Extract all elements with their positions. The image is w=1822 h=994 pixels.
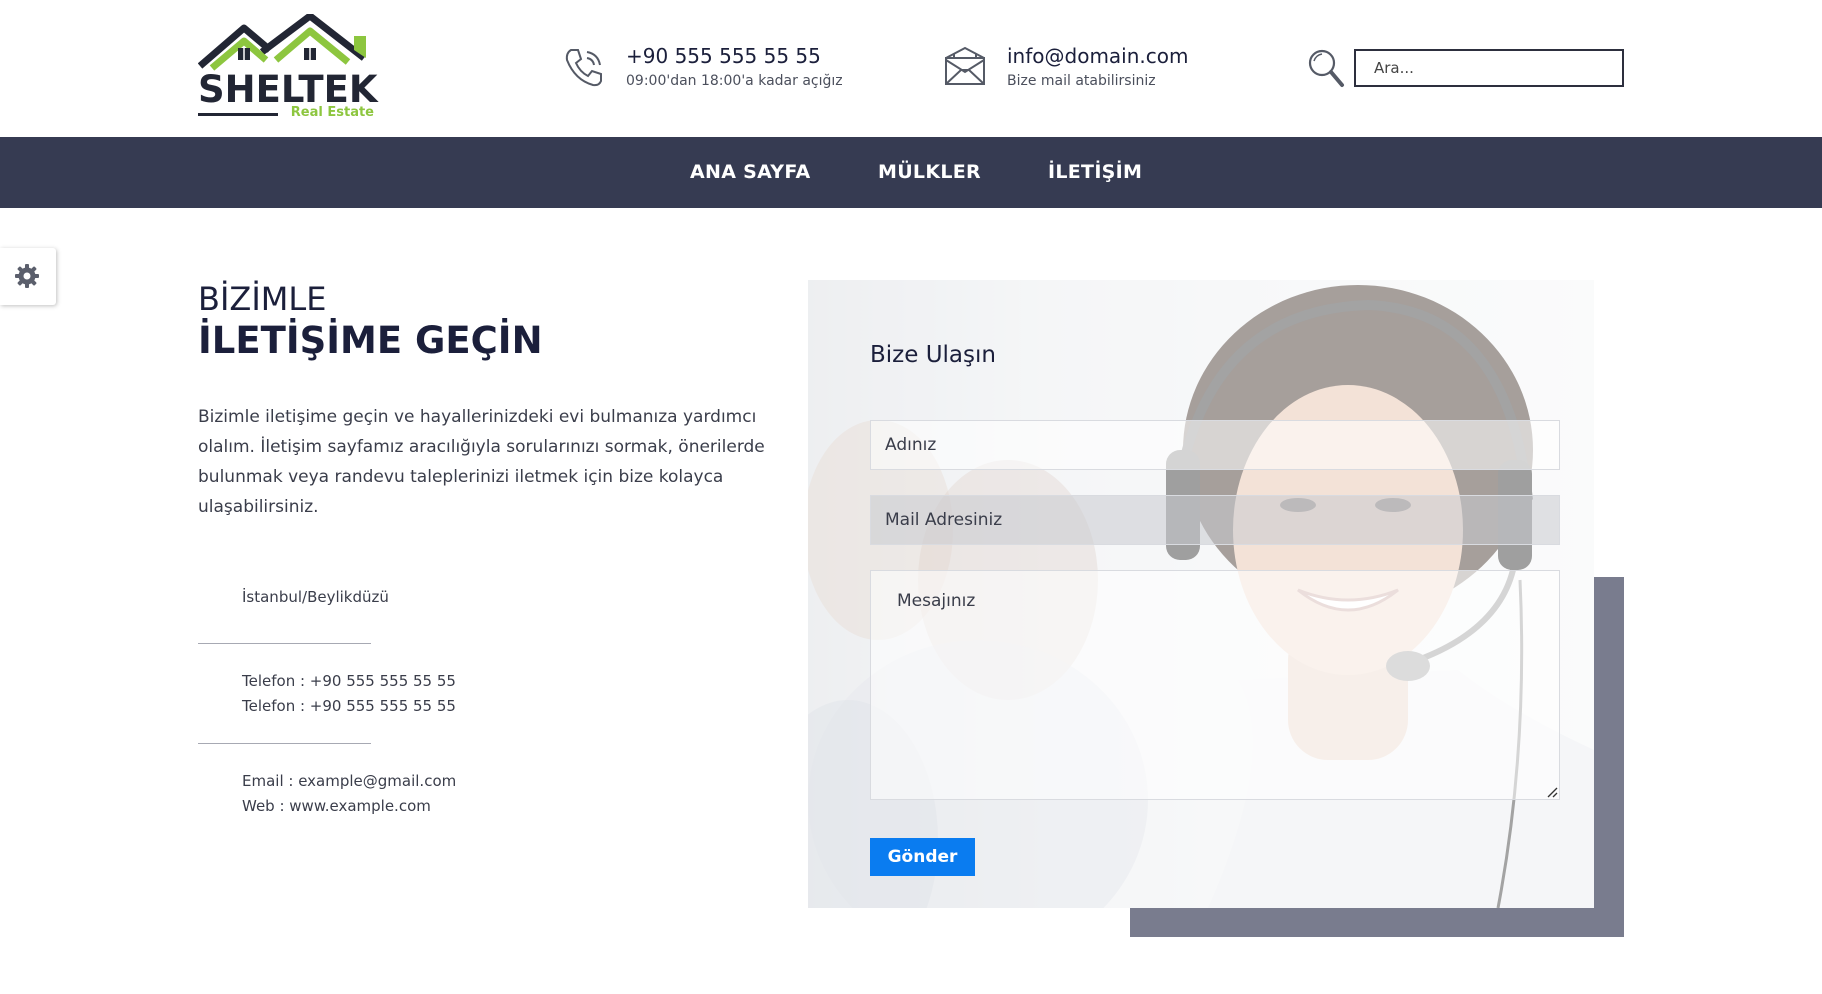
info-divider [198, 743, 371, 744]
page-heading-top: BİZİMLE [198, 280, 327, 318]
info-divider [198, 643, 371, 644]
message-field[interactable] [870, 570, 1560, 800]
search-input[interactable] [1354, 49, 1624, 87]
email-line[interactable]: Email : example@gmail.com [242, 769, 456, 794]
header-email-note: Bize mail atabilirsiniz [1007, 73, 1156, 89]
gear-icon [15, 264, 39, 288]
header-phone-number[interactable]: +90 555 555 55 55 [626, 44, 821, 68]
phone-line-1[interactable]: Telefon : +90 555 555 55 55 [242, 669, 456, 694]
nav-item-properties[interactable]: MÜLKLER [878, 137, 981, 208]
envelope-icon [945, 46, 985, 85]
phone-line-2[interactable]: Telefon : +90 555 555 55 55 [242, 694, 456, 719]
main-nav: ANA SAYFA MÜLKLER İLETİŞİM [0, 137, 1822, 208]
page-heading-bottom: İLETİŞİME GEÇİN [198, 319, 543, 362]
form-title: Bize Ulaşın [870, 342, 996, 368]
submit-button[interactable]: Gönder [870, 838, 975, 876]
settings-toggle[interactable] [0, 248, 56, 305]
logo-brand-text: SHELTEK [198, 68, 378, 111]
web-line[interactable]: Web : www.example.com [242, 794, 456, 819]
resize-handle-icon[interactable] [1546, 786, 1558, 798]
header-email-address[interactable]: info@domain.com [1007, 44, 1188, 68]
email-field[interactable] [870, 495, 1560, 545]
online-info: Email : example@gmail.com Web : www.exam… [242, 769, 456, 819]
site-logo[interactable]: SHELTEK Real Estate [198, 14, 378, 122]
logo-underline [198, 113, 278, 116]
top-header: SHELTEK Real Estate +90 555 555 55 55 09… [0, 0, 1822, 137]
logo-tagline: Real Estate [290, 105, 374, 120]
contact-form-card: Bize Ulaşın Gönder [808, 280, 1594, 908]
intro-paragraph: Bizimle iletişime geçin ve hayallerinizd… [198, 407, 765, 517]
nav-item-home[interactable]: ANA SAYFA [690, 137, 810, 208]
address-text: İstanbul/Beylikdüzü [242, 588, 389, 606]
search-icon[interactable] [1307, 48, 1345, 88]
nav-item-contact[interactable]: İLETİŞİM [1048, 137, 1142, 208]
house-roof-logo [198, 14, 367, 71]
phone-icon [565, 49, 602, 87]
phone-info: Telefon : +90 555 555 55 55 Telefon : +9… [242, 669, 456, 719]
name-field[interactable] [870, 420, 1560, 470]
header-opening-hours: 09:00'dan 18:00'a kadar açığız [626, 73, 843, 89]
